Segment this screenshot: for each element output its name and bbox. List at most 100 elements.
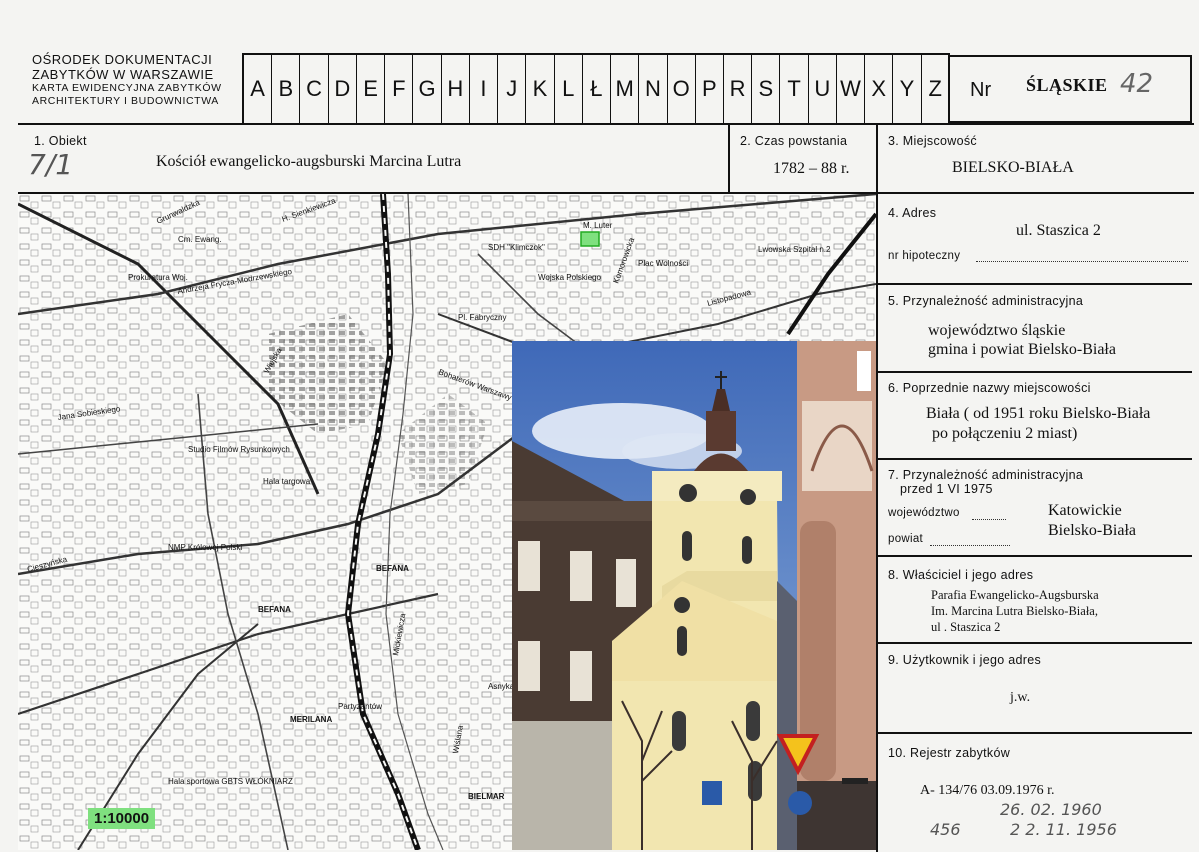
letter-cell: C — [300, 55, 329, 123]
field-6-line-1: Biała ( od 1951 roku Bielsko-Biała — [926, 405, 1151, 422]
construction-date: 1782 – 88 r. — [773, 160, 850, 177]
svg-text:Hala targowa: Hala targowa — [263, 477, 311, 486]
letter-cell: Ł — [583, 55, 612, 123]
letter-cell: L — [555, 55, 583, 123]
church-photo-drawing — [512, 341, 876, 850]
owner-line-2: Im. Marcina Lutra Bielsko-Biała, — [931, 604, 1098, 618]
letter-cell: I — [470, 55, 499, 123]
map-scale: 1:10000 — [88, 808, 156, 829]
nr-label: Nr — [970, 79, 992, 101]
divider — [728, 123, 730, 193]
field-10-label: 10. Rejestr zabytków — [888, 746, 1011, 760]
svg-text:NMP Królowej Polski: NMP Królowej Polski — [168, 543, 242, 552]
svg-text:BIELMAR: BIELMAR — [468, 792, 505, 801]
nr-region: ŚLĄSKIE — [1026, 75, 1108, 95]
register-handwritten-2a: 456 — [930, 820, 961, 839]
object-name: Kościół ewangelicko-augsburski Marcina L… — [156, 153, 462, 170]
user-value: j.w. — [1010, 690, 1031, 705]
letter-cell: P — [696, 55, 724, 123]
field-6-line-2: po połączeniu 2 miast) — [932, 425, 1078, 442]
letter-cell: R — [724, 55, 753, 123]
letter-cell: F — [385, 55, 414, 123]
register-handwritten-1: 26. 02. 1960 — [1000, 800, 1102, 819]
letter-cell: M — [611, 55, 640, 123]
svg-text:Prokuratura Woj.: Prokuratura Woj. — [128, 273, 188, 282]
mortgage-number-line — [976, 261, 1188, 262]
field-8-label: 8. Właściciel i jego adres — [888, 568, 1034, 582]
church-photo — [512, 341, 876, 850]
divider — [876, 642, 1192, 644]
letter-cell: U — [809, 55, 837, 123]
institution-line-2: ZABYTKÓW W WARSZAWIE — [32, 67, 214, 82]
voivodeship-label: województwo — [888, 507, 960, 519]
field-5-line-1: województwo śląskie — [928, 322, 1066, 339]
letter-cell: T — [780, 55, 809, 123]
field-9-label: 9. Użytkownik i jego adres — [888, 653, 1042, 667]
register-entry: A- 134/76 03.09.1976 r. — [920, 783, 1055, 798]
svg-text:BEFANA: BEFANA — [258, 605, 291, 614]
owner-line-3: ul . Staszica 2 — [931, 620, 1001, 634]
letter-cell: H — [442, 55, 470, 123]
field-6-label: 6. Poprzednie nazwy miejscowości — [888, 381, 1091, 395]
field-3-label: 3. Miejscowość — [888, 134, 977, 148]
svg-text:Studio Filmów Rysunkowych: Studio Filmów Rysunkowych — [188, 445, 290, 454]
svg-text:Pl. Fabryczny: Pl. Fabryczny — [458, 313, 506, 322]
letter-index-strip: A B C D E F G H I J K L Ł M N O P R S T … — [242, 53, 950, 125]
divider — [876, 732, 1192, 734]
address: ul. Staszica 2 — [1016, 222, 1101, 239]
voivodeship-value: Katowickie — [1048, 502, 1122, 519]
letter-cell: J — [498, 55, 527, 123]
field-5-label: 5. Przynależność administracyjna — [888, 294, 1084, 308]
letter-cell: G — [413, 55, 442, 123]
letter-cell: N — [639, 55, 668, 123]
divider — [18, 123, 1194, 125]
letter-cell: D — [329, 55, 357, 123]
field-7-label: 7. Przynależność administracyjna — [888, 468, 1084, 482]
svg-text:Lwowska Szpital n.2: Lwowska Szpital n.2 — [758, 245, 831, 254]
letter-cell: A — [244, 55, 273, 123]
letter-cell: B — [272, 55, 301, 123]
locality: BIELSKO-BIAŁA — [952, 159, 1074, 176]
county-label: powiat — [888, 533, 924, 545]
letter-cell: E — [357, 55, 386, 123]
institution-line-3: KARTA EWIDENCYJNA ZABYTKÓW — [32, 82, 222, 94]
divider — [876, 371, 1192, 373]
owner-line-1: Parafia Ewangelicko-Augsburska — [931, 588, 1099, 602]
divider — [876, 555, 1192, 557]
letter-cell: W — [837, 55, 866, 123]
letter-cell: K — [526, 55, 555, 123]
divider — [876, 123, 878, 852]
letter-cell: O — [668, 55, 696, 123]
divider — [876, 283, 1192, 285]
divider — [876, 458, 1192, 460]
svg-text:Partyzantów: Partyzantów — [338, 702, 382, 711]
mortgage-number-label: nr hipoteczny — [888, 250, 961, 262]
record-number-box: Nr ŚLĄSKIE 42 — [948, 55, 1192, 123]
svg-text:MERILANA: MERILANA — [290, 715, 332, 724]
field-1-handwritten: 7/1 — [28, 148, 74, 181]
institution-header: OŚRODEK DOKUMENTACJI ZABYTKÓW W WARSZAWI… — [32, 52, 242, 108]
svg-text:Wojska Polskiego: Wojska Polskiego — [538, 273, 602, 282]
county-line — [930, 545, 1010, 546]
svg-text:SDH "Klimczok": SDH "Klimczok" — [488, 243, 545, 252]
letter-cell: S — [752, 55, 781, 123]
svg-text:Cm. Ewang.: Cm. Ewang. — [178, 235, 222, 244]
svg-text:Asnyka: Asnyka — [488, 682, 515, 691]
nr-handwritten-number: 42 — [1120, 69, 1154, 99]
svg-text:Plac Wolności: Plac Wolności — [638, 259, 688, 268]
institution-line-1: OŚRODEK DOKUMENTACJI — [32, 52, 213, 67]
register-handwritten-2b: 2 2. 11. 1956 — [1010, 820, 1117, 839]
svg-text:M. Luter: M. Luter — [583, 221, 613, 230]
voivodeship-line — [972, 519, 1006, 520]
field-5-line-2: gmina i powiat Bielsko-Biała — [928, 341, 1116, 358]
field-7-label-2: przed 1 VI 1975 — [900, 482, 993, 496]
county-value: Bielsko-Biała — [1048, 522, 1136, 539]
letter-cell: X — [865, 55, 894, 123]
institution-line-4: ARCHITEKTURY I BUDOWNICTWA — [32, 95, 219, 107]
field-4-label: 4. Adres — [888, 206, 937, 220]
letter-cell: Z — [922, 55, 950, 123]
field-1-label: 1. Obiekt — [34, 134, 87, 148]
field-2-label: 2. Czas powstania — [740, 134, 848, 148]
svg-text:Hala sportowa GBTS WŁÓKNIARZ: Hala sportowa GBTS WŁÓKNIARZ — [168, 777, 293, 786]
letter-cell: Y — [893, 55, 922, 123]
